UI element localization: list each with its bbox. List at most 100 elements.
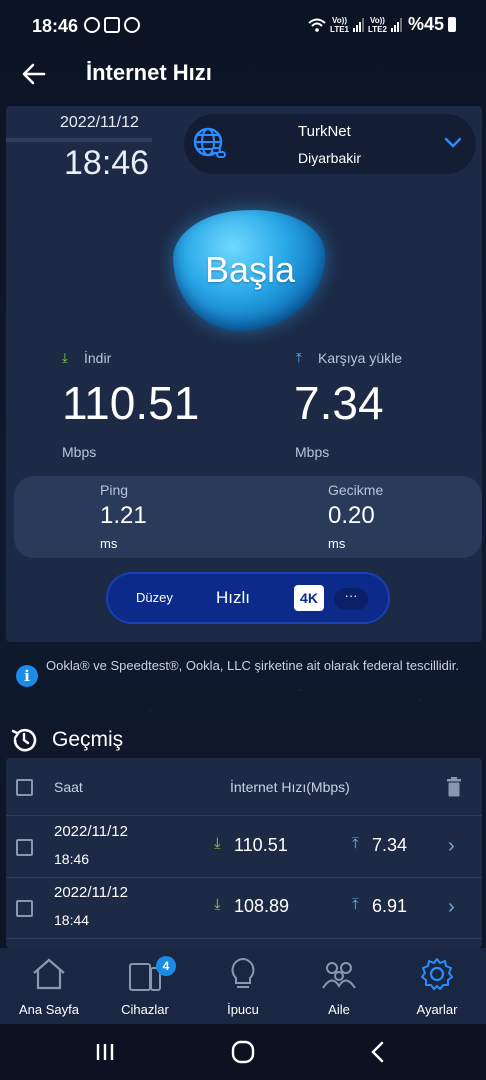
nav-family[interactable]: Aile bbox=[294, 948, 384, 1024]
table-row[interactable]: 2022/11/12 18:44 ⤓ 108.89 ⤒ 6.91 › bbox=[6, 878, 482, 939]
recent-apps-icon[interactable] bbox=[90, 1038, 120, 1066]
date-divider bbox=[6, 138, 152, 142]
signal-sim1-icon bbox=[353, 17, 364, 32]
devices-count-badge: 4 bbox=[156, 956, 176, 976]
nav-tips-label: İpucu bbox=[227, 1002, 259, 1017]
history-title: Geçmiş bbox=[52, 728, 124, 751]
page-title: İnternet Hızı bbox=[86, 60, 212, 85]
notification-icons bbox=[84, 17, 140, 33]
back-arrow-icon[interactable] bbox=[20, 60, 48, 88]
level-value: Hızlı bbox=[216, 588, 250, 607]
home-icon bbox=[33, 958, 65, 990]
column-header-time: Saat bbox=[54, 779, 83, 795]
upload-arrow-icon: ⤒ bbox=[296, 350, 302, 365]
select-all-checkbox[interactable] bbox=[16, 779, 33, 796]
sim2-text: LTE2 bbox=[368, 24, 387, 34]
wifi-icon bbox=[308, 18, 326, 32]
signal-sim2-icon bbox=[390, 17, 402, 32]
nav-tips[interactable]: İpucu bbox=[198, 948, 288, 1024]
start-button-label: Başla bbox=[204, 249, 296, 290]
soccer-ball-icon bbox=[124, 17, 140, 33]
server-city: Diyarbakir bbox=[298, 150, 362, 166]
globe-icon bbox=[193, 127, 226, 158]
test-time: 18:46 bbox=[64, 144, 150, 182]
upload-arrow-icon: ⤒ bbox=[352, 835, 359, 852]
nav-home-label: Ana Sayfa bbox=[19, 1002, 79, 1017]
lightbulb-icon bbox=[231, 957, 255, 988]
row-upload: 6.91 bbox=[372, 896, 408, 916]
level-label: Düzey bbox=[136, 590, 173, 605]
row-time: 18:44 bbox=[54, 912, 90, 928]
battery-icon bbox=[448, 17, 456, 32]
row-checkbox[interactable] bbox=[16, 839, 33, 856]
sim2-label: Vo)) LTE2 bbox=[368, 16, 387, 34]
app-header: İnternet Hızı bbox=[0, 52, 486, 102]
chevron-right-icon[interactable]: › bbox=[448, 835, 455, 858]
table-header: Saat İnternet Hızı(Mbps) bbox=[6, 758, 482, 816]
column-header-speed: İnternet Hızı(Mbps) bbox=[230, 779, 350, 795]
back-button-icon[interactable] bbox=[364, 1038, 394, 1066]
status-bar: 18:46 Vo)) LTE1 Vo)) LTE2 %45 bbox=[0, 0, 486, 52]
family-icon bbox=[322, 962, 356, 989]
nav-devices-label: Cihazlar bbox=[121, 1002, 169, 1017]
ookla-disclaimer: Ookla® ve Speedtest®, Ookla, LLC şirketi… bbox=[46, 658, 459, 673]
history-icon bbox=[11, 728, 37, 752]
history-table: Saat İnternet Hızı(Mbps) 2022/11/12 18:4… bbox=[6, 758, 482, 948]
speed-test-card: 2022/11/12 18:46 TurkNet Diyarbakir Başl… bbox=[6, 106, 482, 642]
upload-label: Karşıya yükle bbox=[318, 350, 403, 366]
row-download: 108.89 bbox=[234, 896, 290, 916]
nav-home[interactable]: Ana Sayfa bbox=[4, 948, 94, 1024]
latency-value: 0.20 bbox=[328, 502, 375, 529]
download-arrow-icon: ⤓ bbox=[214, 835, 221, 852]
more-options-icon[interactable]: ··· bbox=[334, 588, 368, 610]
bottom-navigation: Ana Sayfa 4 Cihazlar İpucu Aile Ayarlar bbox=[0, 948, 486, 1024]
download-arrow-icon: ⤓ bbox=[214, 896, 221, 913]
chevron-down-icon bbox=[444, 137, 462, 148]
table-row[interactable]: 2022/11/12 18:46 ⤓ 110.51 ⤒ 7.34 › bbox=[6, 817, 482, 878]
volte-label-2: Vo)) bbox=[370, 15, 385, 25]
ping-latency-panel: Ping 1.21 ms Gecikme 0.20 ms bbox=[14, 476, 482, 558]
download-arrow-icon: ⤓ bbox=[62, 350, 68, 365]
whatsapp-icon bbox=[84, 17, 100, 33]
upload-value: 7.34 bbox=[294, 377, 384, 429]
status-time: 18:46 bbox=[32, 16, 79, 36]
home-button-icon[interactable] bbox=[228, 1038, 258, 1066]
start-test-button[interactable]: Başla bbox=[169, 204, 331, 336]
nav-devices[interactable]: 4 Cihazlar bbox=[100, 948, 190, 1024]
battery-level: %45 bbox=[407, 14, 444, 34]
upload-arrow-icon: ⤒ bbox=[352, 896, 359, 913]
latency-unit: ms bbox=[328, 536, 346, 551]
download-unit: Mbps bbox=[62, 444, 97, 460]
gallery-icon bbox=[104, 17, 120, 33]
upload-unit: Mbps bbox=[295, 444, 330, 460]
row-date: 2022/11/12 bbox=[54, 884, 128, 901]
row-date: 2022/11/12 bbox=[54, 823, 128, 840]
server-selector[interactable]: TurkNet Diyarbakir bbox=[184, 114, 476, 174]
ping-unit: ms bbox=[100, 536, 118, 551]
quality-level-bar[interactable]: Düzey Hızlı 4K ··· bbox=[106, 572, 390, 624]
system-indicators: Vo)) LTE1 Vo)) LTE2 %45 bbox=[308, 14, 456, 35]
nav-settings-label: Ayarlar bbox=[416, 1002, 458, 1017]
download-label: İndir bbox=[84, 350, 112, 366]
test-datetime: 2022/11/12 18:46 bbox=[6, 110, 154, 186]
latency-label: Gecikme bbox=[328, 482, 384, 498]
sim1-text: LTE1 bbox=[330, 24, 349, 34]
ping-value: 1.21 bbox=[100, 502, 147, 529]
test-date: 2022/11/12 bbox=[60, 114, 139, 131]
4k-badge: 4K bbox=[294, 585, 324, 611]
volte-label: Vo)) bbox=[332, 15, 347, 25]
sim1-label: Vo)) LTE1 bbox=[330, 16, 349, 34]
download-value: 110.51 bbox=[62, 377, 200, 429]
row-time: 18:46 bbox=[54, 851, 90, 867]
android-navigation-bar bbox=[0, 1024, 486, 1080]
ping-label: Ping bbox=[100, 482, 129, 498]
chevron-right-icon[interactable]: › bbox=[448, 896, 455, 919]
nav-settings[interactable]: Ayarlar bbox=[392, 948, 482, 1024]
trash-icon[interactable] bbox=[446, 777, 462, 797]
isp-name: TurkNet bbox=[298, 123, 351, 140]
nav-family-label: Aile bbox=[328, 1002, 350, 1017]
row-checkbox[interactable] bbox=[16, 900, 33, 917]
settings-icon bbox=[421, 958, 453, 990]
row-download: 110.51 bbox=[234, 835, 288, 855]
info-icon: i bbox=[16, 665, 38, 687]
